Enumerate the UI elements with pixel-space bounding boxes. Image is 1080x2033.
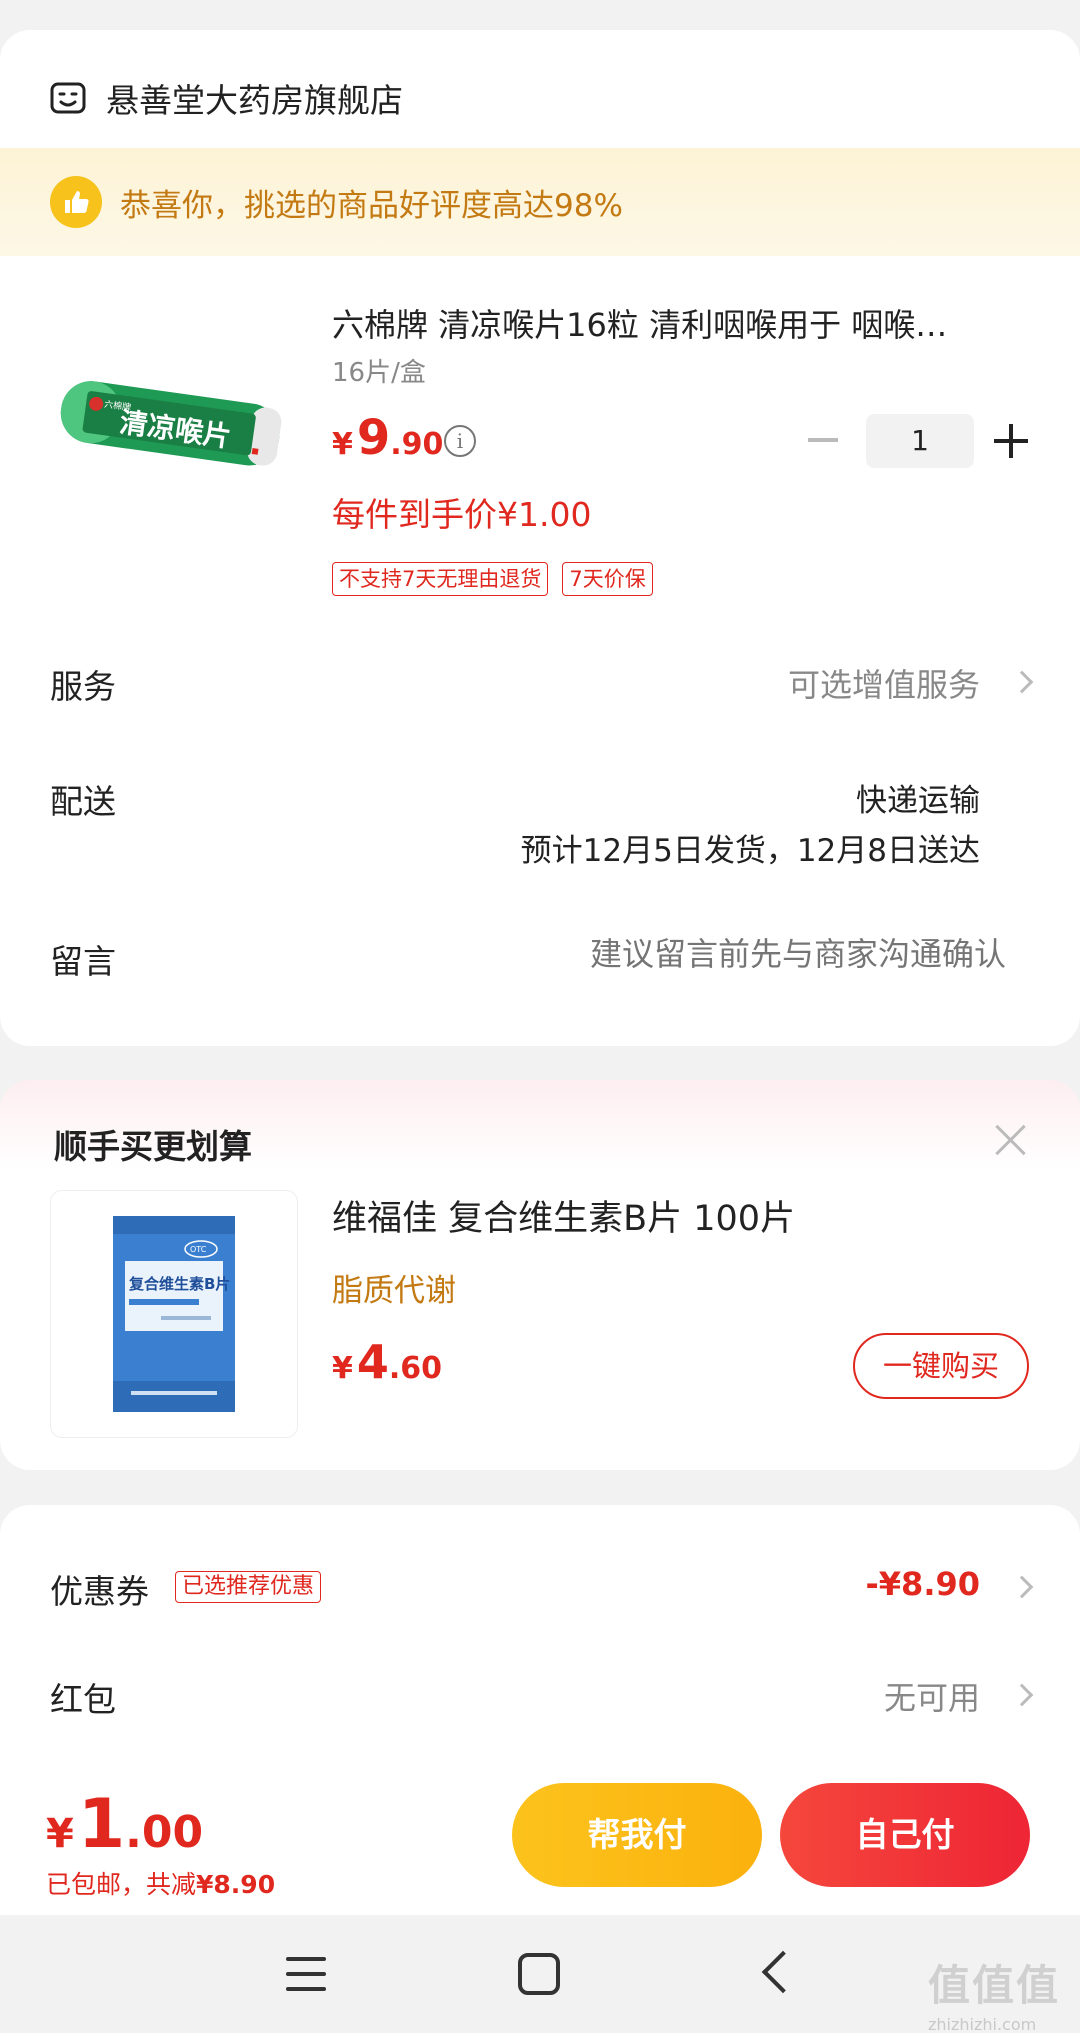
product-price-int: 9: [356, 410, 391, 466]
addon-price: ¥ 4 .60: [332, 1335, 442, 1389]
total-price: ¥ 1 .00: [46, 1785, 203, 1864]
coupon-value: -¥8.90: [865, 1565, 981, 1603]
tag-no-return: 不支持7天无理由退货: [332, 562, 549, 596]
tag-price-protect: 7天价保: [562, 562, 653, 596]
addon-image-label: 复合维生素B片: [128, 1275, 230, 1293]
redpacket-row[interactable]: 红包 无可用: [50, 1673, 1034, 1723]
coupon-row[interactable]: 优惠券 已选推荐优惠 -¥8.90: [50, 1565, 1034, 1615]
total-note-prefix: 已包邮，共减: [46, 1870, 197, 1899]
info-icon[interactable]: i: [444, 425, 476, 457]
message-label: 留言: [50, 942, 116, 981]
redpacket-label: 红包: [50, 1680, 116, 1719]
help-pay-button[interactable]: 帮我付: [512, 1783, 762, 1887]
quantity-decrease-button[interactable]: [808, 438, 838, 442]
delivery-row: 配送 快递运输 预计12月5日发货，12月8日送达: [50, 775, 1030, 885]
checkout-bar: ¥ 1 .00 已包邮，共减¥8.90 帮我付 自己付: [0, 1765, 1080, 1915]
addon-price-int: 4: [356, 1335, 389, 1389]
chevron-right-icon: [1010, 1575, 1034, 1599]
addon-card: 顺手买更划算 OTC 复合维生素B片 维福佳 复合维生素B片 100片 脂质代谢…: [0, 1080, 1080, 1470]
order-card: 悬善堂大药房旗舰店 恭喜你，挑选的商品好评度高达98% 六棉牌 清凉喉片 六棉牌…: [0, 30, 1080, 1046]
delivery-label: 配送: [50, 782, 116, 821]
delivery-method: 快递运输: [856, 783, 980, 819]
delivery-time: 预计12月5日发货，12月8日送达: [520, 833, 980, 869]
shop-name[interactable]: 悬善堂大药房旗舰店: [106, 74, 403, 122]
close-icon[interactable]: [990, 1120, 1030, 1160]
chevron-right-icon: [1010, 670, 1034, 694]
chevron-right-icon: [1010, 1683, 1034, 1707]
product-price: ¥ 9 .90: [332, 410, 443, 466]
coupon-tag: 已选推荐优惠: [175, 1571, 322, 1603]
message-row: 留言: [50, 935, 1030, 985]
rating-banner: 恭喜你，挑选的商品好评度高达98%: [0, 148, 1080, 256]
coupon-label: 优惠券: [50, 1572, 149, 1611]
addon-image-otc: OTC: [190, 1245, 207, 1254]
back-icon[interactable]: [761, 1950, 805, 1994]
product-spec: 16片/盒: [332, 358, 426, 388]
message-input[interactable]: [406, 935, 1006, 973]
redpacket-value: 无可用: [883, 1679, 980, 1717]
product-price-dec: .90: [390, 427, 444, 462]
recent-apps-icon[interactable]: [286, 1957, 326, 1991]
total-note: 已包邮，共减¥8.90: [46, 1865, 275, 1901]
addon-desc: 脂质代谢: [332, 1273, 456, 1309]
total-int: 1: [77, 1785, 126, 1864]
total-saved: ¥8.90: [196, 1870, 276, 1899]
store-icon: [50, 82, 86, 114]
product-title[interactable]: 六棉牌 清凉喉片16粒 清利咽喉用于 咽喉…: [332, 300, 1022, 346]
addon-image[interactable]: OTC 复合维生素B片: [50, 1190, 298, 1438]
total-dec: .00: [125, 1807, 204, 1858]
addon-name[interactable]: 维福佳 复合维生素B片 100片: [332, 1190, 795, 1241]
self-pay-button[interactable]: 自己付: [780, 1783, 1030, 1887]
total-currency: ¥: [46, 1811, 74, 1857]
home-icon[interactable]: [518, 1953, 560, 1995]
addon-price-currency: ¥: [332, 1351, 353, 1386]
quantity-increase-button[interactable]: [994, 424, 1028, 458]
watermark: 值值值 zhizhizhi.com: [928, 1952, 1078, 2033]
thumbs-up-icon: [50, 176, 102, 228]
shop-header[interactable]: 悬善堂大药房旗舰店: [50, 68, 403, 128]
service-value: 可选增值服务: [787, 666, 980, 704]
watermark-url: zhizhizhi.com: [928, 2015, 1037, 2033]
product-price-currency: ¥: [332, 427, 353, 462]
product-final-price: 每件到手价¥1.00: [332, 495, 592, 534]
product-tags: 不支持7天无理由退货 7天价保: [332, 562, 667, 596]
service-row[interactable]: 服务 可选增值服务: [50, 660, 1034, 710]
addon-title: 顺手买更划算: [54, 1127, 252, 1166]
service-label: 服务: [50, 667, 116, 706]
addon-price-dec: .60: [388, 1351, 443, 1386]
rating-banner-text: 恭喜你，挑选的商品好评度高达98%: [120, 187, 623, 224]
system-nav-bar: [0, 1915, 1080, 2033]
watermark-logo: 值值值: [928, 1961, 1061, 2010]
quantity-input[interactable]: 1: [866, 414, 974, 468]
one-click-buy-button[interactable]: 一键购买: [853, 1333, 1029, 1399]
product-image[interactable]: 六棉牌 清凉喉片: [50, 365, 300, 485]
